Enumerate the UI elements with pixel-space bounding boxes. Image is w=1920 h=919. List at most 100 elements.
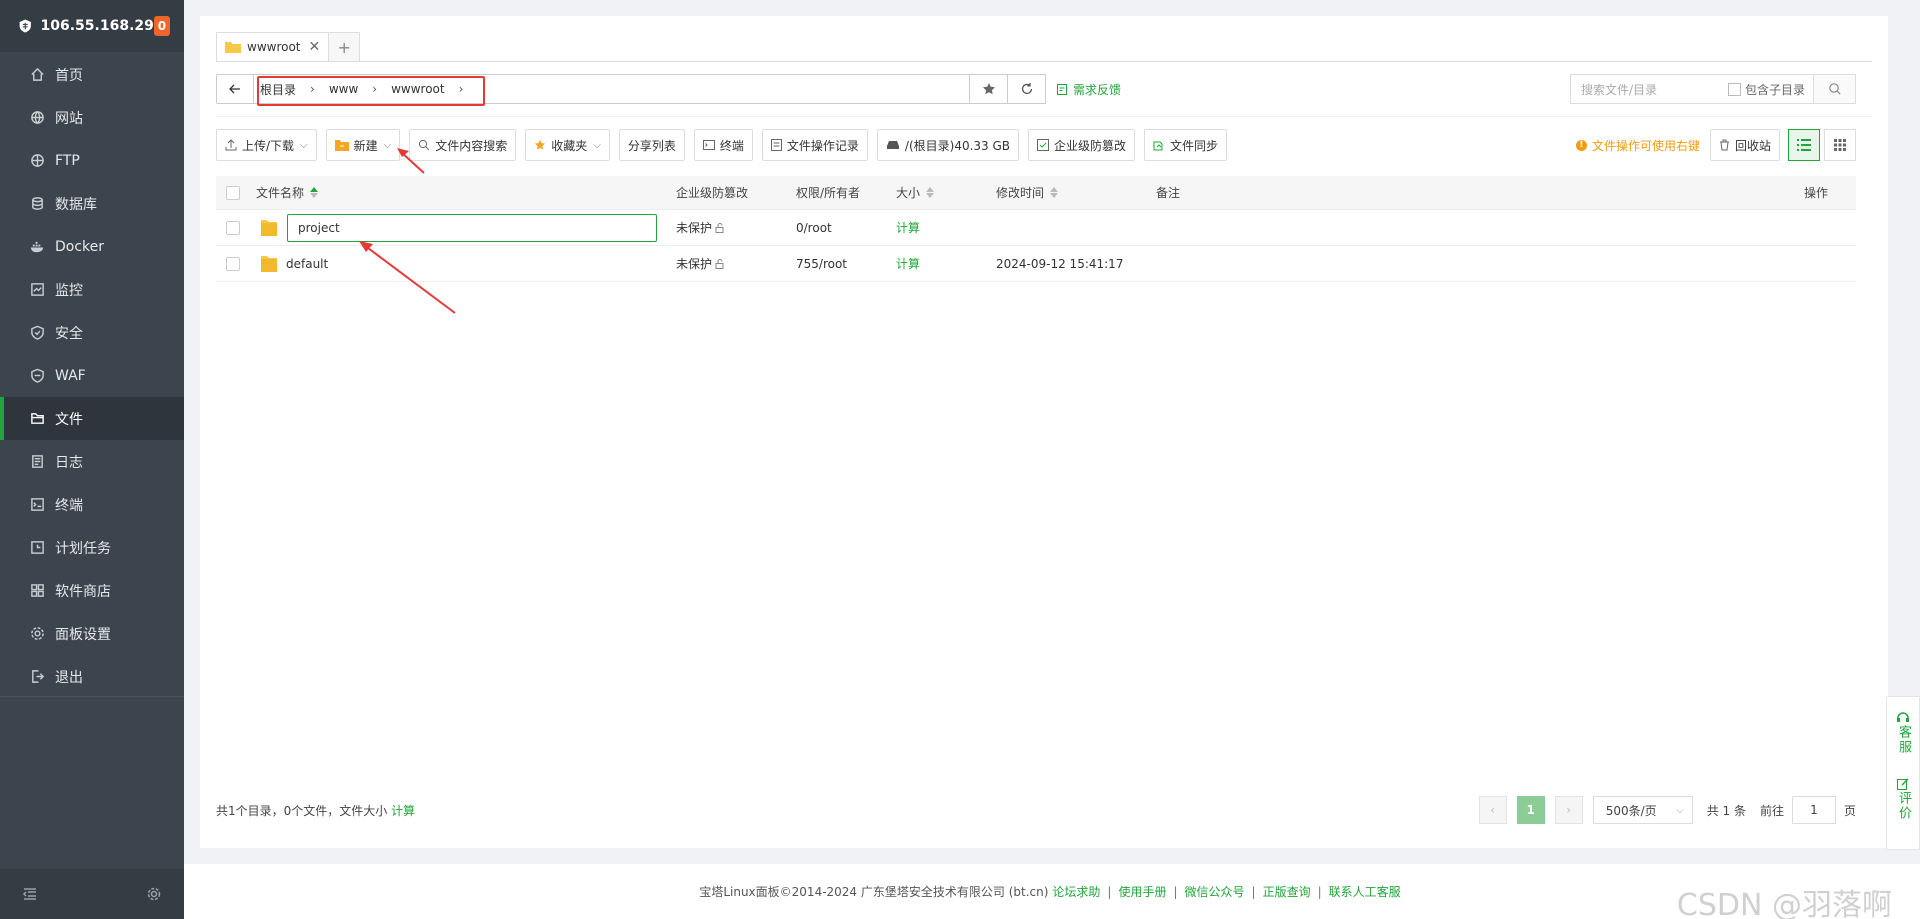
- sidebar-item-waf[interactable]: WAF: [0, 354, 184, 397]
- waf-icon: [31, 368, 44, 383]
- sidebar-item-store[interactable]: 软件商店: [0, 569, 184, 612]
- prev-page-button[interactable]: ‹: [1478, 796, 1507, 824]
- hard-disk-icon: [886, 141, 899, 149]
- col-mtime-header[interactable]: 修改时间: [996, 184, 1059, 201]
- op-log-label: 文件操作记录: [786, 138, 859, 153]
- server-header: 106.55.168.29 0: [0, 0, 184, 52]
- size-calc-link[interactable]: 计算: [896, 255, 920, 272]
- share-list-label: 分享列表: [627, 138, 676, 153]
- op-log-button[interactable]: 文件操作记录: [761, 129, 868, 161]
- separator: |: [1173, 884, 1178, 899]
- globe-icon: [31, 111, 44, 124]
- headset-icon: [1897, 712, 1909, 722]
- monitor-icon: [31, 283, 44, 296]
- terminal-button[interactable]: 终端: [693, 129, 753, 161]
- recycle-bin-button[interactable]: 回收站: [1709, 129, 1780, 161]
- disk-button[interactable]: /(根目录)40.33 GB: [876, 129, 1020, 161]
- rename-value[interactable]: project: [287, 213, 657, 242]
- sidebar-item-files[interactable]: 文件: [0, 397, 184, 440]
- protect-status[interactable]: 未保护: [676, 219, 725, 236]
- sidebar-item-logs[interactable]: 日志: [0, 440, 184, 483]
- page-size-select[interactable]: 500条/页 ⌵: [1592, 796, 1693, 824]
- support-link[interactable]: 联系人工客服: [1329, 883, 1401, 900]
- table-footer: 共1个目录，0个文件，文件大小 计算 ‹ 1 › 500条/页 ⌵ 共 1 条 前…: [216, 794, 1856, 826]
- favorites-button[interactable]: 收藏夹 ⌵: [525, 129, 610, 161]
- col-size-header[interactable]: 大小: [896, 184, 935, 201]
- sidebar-item-monitor[interactable]: 监控: [0, 268, 184, 311]
- upload-download-button[interactable]: 上传/下载 ⌵: [216, 129, 317, 161]
- terminal-icon: [31, 498, 44, 511]
- page-number[interactable]: 1: [1516, 796, 1545, 824]
- sidebar-item-cron[interactable]: 计划任务: [0, 526, 184, 569]
- size-calc-link[interactable]: 计算: [896, 219, 920, 236]
- sidebar-item-ftp[interactable]: FTP: [0, 139, 184, 182]
- col-note-header: 备注: [1156, 186, 1181, 200]
- sidebar-item-settings[interactable]: 面板设置: [0, 612, 184, 655]
- summary-text: 共1个目录，0个文件，文件大小 计算: [216, 802, 415, 819]
- refresh-button[interactable]: [1008, 74, 1046, 104]
- sidebar-item-website[interactable]: 网站: [0, 96, 184, 139]
- tamper-protect-button[interactable]: 企业级防篡改: [1028, 129, 1136, 161]
- recycle-label: 回收站: [1734, 138, 1771, 153]
- protect-status[interactable]: 未保护: [676, 255, 725, 272]
- manual-link[interactable]: 使用手册: [1118, 883, 1166, 900]
- total-size-calc-link[interactable]: 计算: [391, 804, 415, 818]
- sort-icon: [1050, 187, 1059, 198]
- file-sync-button[interactable]: 文件同步: [1144, 129, 1228, 161]
- favorites-label: 收藏夹: [551, 138, 588, 153]
- sidebar-item-label: 网站: [55, 110, 83, 127]
- sidebar-item-database[interactable]: 数据库: [0, 182, 184, 225]
- wechat-link[interactable]: 微信公众号: [1185, 883, 1245, 900]
- sidebar-item-logout[interactable]: 退出: [0, 655, 184, 698]
- tab-wwwroot[interactable]: wwwroot ✕: [216, 32, 330, 62]
- sidebar-item-home[interactable]: 首页: [0, 53, 184, 96]
- new-button[interactable]: 新建 ⌵: [325, 129, 401, 161]
- license-link[interactable]: 正版查询: [1263, 883, 1311, 900]
- review-label: 评价: [1896, 791, 1911, 821]
- notification-badge[interactable]: 0: [153, 16, 170, 36]
- back-button[interactable]: [216, 74, 254, 104]
- review-button[interactable]: 评价: [1896, 777, 1911, 821]
- checkbox-label: 包含子目录: [1744, 82, 1805, 97]
- row-checkbox[interactable]: [226, 256, 240, 271]
- feedback-link[interactable]: 需求反馈: [1056, 81, 1121, 98]
- collapse-menu-icon[interactable]: [22, 886, 38, 902]
- content-search-button[interactable]: 文件内容搜索: [409, 129, 517, 161]
- col-perm-header: 权限/所有者: [796, 186, 861, 200]
- arrow-left-icon: [229, 84, 240, 94]
- grid-view-button[interactable]: [1824, 129, 1856, 161]
- sidebar-item-docker[interactable]: Docker: [0, 225, 184, 268]
- server-ip[interactable]: 106.55.168.29: [41, 18, 154, 34]
- close-icon[interactable]: ✕: [309, 39, 321, 55]
- list-view-button[interactable]: [1788, 129, 1820, 161]
- permission-cell[interactable]: 755/root: [796, 257, 847, 271]
- total-count: 共 1 条: [1706, 803, 1746, 818]
- share-list-button[interactable]: 分享列表: [618, 129, 685, 161]
- sync-icon: [1153, 141, 1163, 151]
- table-row[interactable]: project 未保护 0/root 计算: [216, 210, 1856, 246]
- goto-page-input[interactable]: 1: [1791, 796, 1836, 824]
- right-click-tip: ! 文件操作可使用右键: [1575, 137, 1700, 154]
- row-checkbox[interactable]: [226, 220, 240, 235]
- gear-icon[interactable]: [146, 886, 162, 902]
- file-name[interactable]: default: [286, 257, 328, 271]
- permission-cell[interactable]: 0/root: [796, 221, 832, 235]
- shield-icon: [31, 325, 44, 340]
- sidebar-item-terminal[interactable]: 终端: [0, 483, 184, 526]
- rename-input[interactable]: project: [287, 213, 657, 242]
- include-subdir-checkbox[interactable]: 包含子目录: [1727, 81, 1805, 98]
- forum-link[interactable]: 论坛求助: [1052, 883, 1100, 900]
- sidebar-item-label: 监控: [55, 282, 83, 299]
- favorite-path-button[interactable]: [970, 74, 1008, 104]
- customer-service-button[interactable]: 客服: [1896, 711, 1911, 755]
- select-all-checkbox[interactable]: [226, 185, 240, 200]
- add-tab-button[interactable]: +: [328, 32, 361, 62]
- upload-icon: [225, 139, 237, 151]
- table-row[interactable]: default 未保护 755/root 计算 2024-09-12 15:41…: [216, 246, 1856, 282]
- sidebar-item-security[interactable]: 安全: [0, 311, 184, 354]
- chevron-down-icon: ⌵: [383, 139, 392, 151]
- col-name-header[interactable]: 文件名称: [256, 184, 319, 201]
- search-button[interactable]: [1814, 74, 1856, 104]
- next-page-button[interactable]: ›: [1554, 796, 1583, 824]
- search-input[interactable]: 搜索文件/目录 包含子目录: [1570, 74, 1814, 104]
